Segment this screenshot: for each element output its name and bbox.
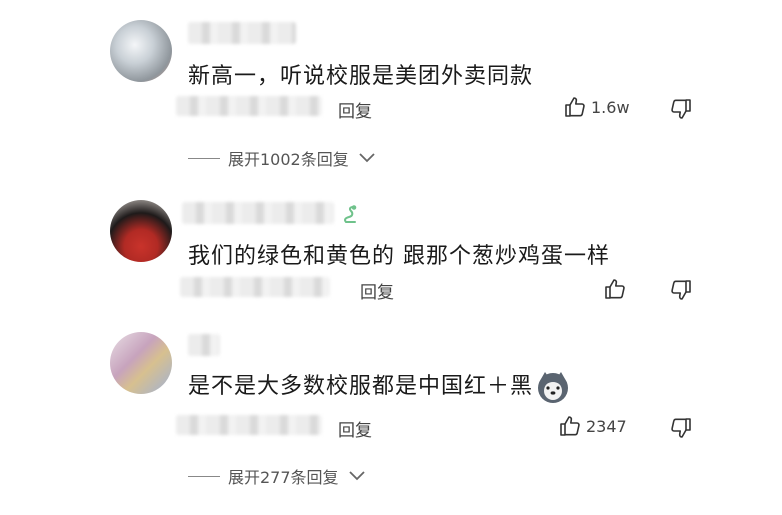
- thumbs-up-icon: [560, 416, 580, 436]
- comment-2: 我们的绿色和黄色的 跟那个葱炒鸡蛋一样 回复: [0, 180, 782, 310]
- divider-line: [188, 157, 220, 159]
- comment-3: 是不是大多数校服都是中国红＋黑 回复 2347 展开277条回复: [0, 312, 782, 512]
- thumbs-down-icon: [671, 280, 691, 300]
- avatar[interactable]: [110, 20, 172, 82]
- username-blurred[interactable]: [188, 22, 296, 44]
- meta-blurred: [180, 277, 330, 297]
- dislike-button[interactable]: [669, 97, 693, 125]
- chevron-down-icon: [348, 471, 365, 481]
- dislike-button[interactable]: [669, 416, 693, 444]
- meta-blurred: [176, 415, 322, 435]
- reply-button[interactable]: 回复: [338, 97, 372, 122]
- husky-emoji-icon: [538, 372, 569, 403]
- snake-badge-icon: [344, 205, 357, 223]
- divider-line: [188, 475, 220, 477]
- comment-text: 是不是大多数校服都是中国红＋黑: [188, 368, 571, 405]
- comment-1: 新高一，听说校服是美团外卖同款 回复 1.6w 展开1002条回复: [0, 0, 782, 180]
- meta-blurred: [176, 96, 322, 116]
- username-blurred[interactable]: [188, 334, 220, 356]
- expand-replies[interactable]: 展开1002条回复: [188, 146, 377, 170]
- reply-button[interactable]: 回复: [338, 416, 372, 441]
- reply-button[interactable]: 回复: [360, 278, 394, 303]
- dislike-button[interactable]: [669, 278, 693, 306]
- thumbs-down-icon: [671, 99, 691, 119]
- like-button[interactable]: [603, 277, 631, 301]
- thumbs-down-icon: [671, 418, 691, 438]
- like-count: 2347: [586, 416, 627, 436]
- chevron-down-icon: [359, 153, 375, 163]
- expand-label: 展开1002条回复: [228, 150, 349, 169]
- like-count: 1.6w: [591, 97, 630, 117]
- like-button[interactable]: 2347: [558, 414, 627, 438]
- username-blurred[interactable]: [182, 202, 334, 224]
- thumbs-up-icon: [565, 97, 585, 117]
- like-button[interactable]: 1.6w: [563, 95, 630, 119]
- comment-text-body: 是不是大多数校服都是中国红＋黑: [188, 374, 534, 399]
- expand-replies[interactable]: 展开277条回复: [188, 464, 367, 488]
- expand-label: 展开277条回复: [228, 468, 339, 487]
- comment-text: 我们的绿色和黄色的 跟那个葱炒鸡蛋一样: [188, 244, 610, 269]
- comment-text: 新高一，听说校服是美团外卖同款: [188, 64, 534, 89]
- thumbs-up-icon: [605, 279, 625, 299]
- avatar[interactable]: [110, 200, 172, 262]
- avatar[interactable]: [110, 332, 172, 394]
